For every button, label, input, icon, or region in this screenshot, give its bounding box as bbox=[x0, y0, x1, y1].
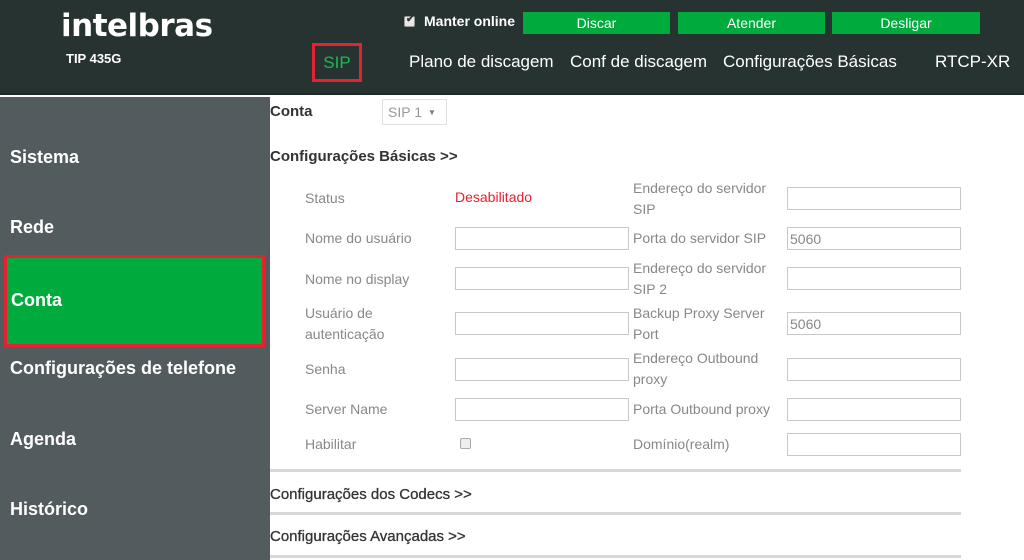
main-content: Conta SIP 1 ▼ Configurações Básicas >> St… bbox=[270, 97, 1024, 560]
sip-server-input[interactable] bbox=[787, 187, 961, 210]
realm-input[interactable] bbox=[787, 433, 961, 456]
keep-online-label: Manter online bbox=[424, 13, 516, 29]
device-model: TIP 435G bbox=[66, 51, 122, 66]
header: intelbras TIP 435G Manter online Discar … bbox=[0, 0, 1024, 95]
password-label: Senha bbox=[305, 361, 346, 377]
status-value: Desabilitado bbox=[455, 189, 533, 205]
tab-dial-plan[interactable]: Plano de discagem bbox=[409, 52, 554, 72]
realm-label: Domínio(realm) bbox=[633, 436, 730, 452]
backup-port-label-line1: Backup Proxy Server bbox=[633, 305, 765, 321]
dropdown-arrow-icon: ▼ bbox=[428, 108, 436, 118]
sidebar-item-sistema[interactable]: Sistema bbox=[0, 147, 270, 168]
tab-dial-config[interactable]: Conf de discagem bbox=[570, 52, 707, 72]
auth-user-label-line1: Usuário de bbox=[305, 305, 373, 321]
section-divider bbox=[270, 512, 961, 515]
account-label: Conta bbox=[270, 103, 313, 120]
outbound-addr-input[interactable] bbox=[787, 358, 961, 381]
display-name-label: Nome no display bbox=[305, 271, 410, 287]
username-input[interactable] bbox=[455, 227, 629, 250]
outbound-port-label: Porta Outbound proxy bbox=[633, 401, 770, 417]
sidebar-item-phone-settings[interactable]: Configurações de telefone bbox=[0, 358, 270, 379]
dial-button[interactable]: Discar bbox=[523, 12, 670, 34]
hangup-button[interactable]: Desligar bbox=[832, 12, 980, 34]
sip-port-input[interactable] bbox=[787, 227, 961, 250]
keep-online-toggle[interactable]: Manter online bbox=[404, 13, 515, 29]
account-select[interactable]: SIP 1 ▼ bbox=[382, 99, 447, 125]
codecs-section[interactable]: Configurações dos Codecs >> bbox=[270, 486, 472, 503]
sidebar: Sistema Rede Conta Configurações de tele… bbox=[0, 97, 270, 560]
enable-label: Habilitar bbox=[305, 436, 357, 452]
section-divider bbox=[270, 469, 961, 472]
auth-user-input[interactable] bbox=[455, 312, 629, 335]
advanced-section[interactable]: Configurações Avançadas >> bbox=[270, 528, 466, 545]
sip-server2-label-line1: Endereço do servidor bbox=[633, 260, 767, 276]
basic-settings-section[interactable]: Configurações Básicas >> bbox=[270, 148, 458, 165]
answer-button[interactable]: Atender bbox=[678, 12, 825, 34]
status-label: Status bbox=[305, 190, 345, 206]
account-select-value: SIP 1 bbox=[388, 104, 422, 120]
outbound-addr-label-line2: proxy bbox=[633, 371, 668, 387]
server-name-input[interactable] bbox=[455, 398, 629, 421]
sip-port-label: Porta do servidor SIP bbox=[633, 230, 767, 246]
password-input[interactable] bbox=[455, 358, 629, 381]
sip-server-label-line1: Endereço do servidor bbox=[633, 180, 767, 196]
keep-online-checkbox[interactable] bbox=[404, 14, 415, 27]
backup-port-input[interactable] bbox=[787, 312, 961, 335]
sip-server-label-line2: SIP bbox=[633, 201, 656, 217]
display-name-input[interactable] bbox=[455, 267, 629, 290]
tab-rtcp-xr[interactable]: RTCP-XR bbox=[935, 52, 1010, 72]
auth-user-label-line2: autenticação bbox=[305, 326, 385, 342]
enable-checkbox[interactable] bbox=[460, 438, 471, 449]
sidebar-item-rede[interactable]: Rede bbox=[0, 217, 270, 238]
backup-port-label-line2: Port bbox=[633, 326, 659, 342]
sip-server2-input[interactable] bbox=[787, 267, 961, 290]
intelbras-logo: intelbras bbox=[61, 8, 213, 44]
sidebar-item-agenda[interactable]: Agenda bbox=[0, 429, 270, 450]
tab-basic-settings[interactable]: Configurações Básicas bbox=[723, 52, 897, 72]
sip-server2-label-line2: SIP 2 bbox=[633, 281, 667, 297]
tab-sip[interactable]: SIP bbox=[312, 43, 362, 82]
section-divider bbox=[270, 555, 961, 558]
server-name-label: Server Name bbox=[305, 401, 388, 417]
outbound-port-input[interactable] bbox=[787, 398, 961, 421]
username-label: Nome do usuário bbox=[305, 230, 412, 246]
sidebar-item-historico[interactable]: Histórico bbox=[0, 499, 270, 520]
sidebar-item-conta[interactable]: Conta bbox=[4, 255, 265, 347]
outbound-addr-label-line1: Endereço Outbound bbox=[633, 350, 759, 366]
